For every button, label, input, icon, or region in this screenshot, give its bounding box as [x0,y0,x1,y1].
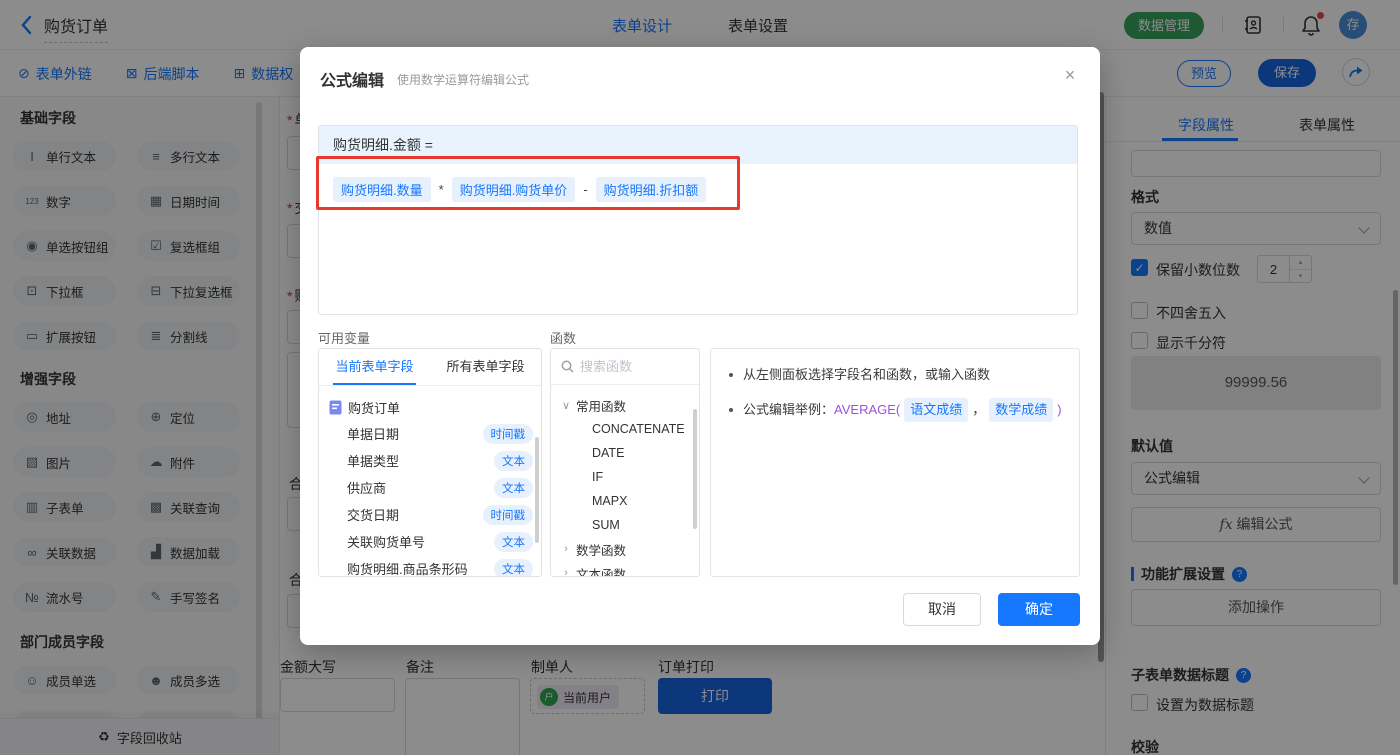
variable-root-label: 购货订单 [348,400,401,416]
function-name: 数学函数 [576,543,627,558]
variable-name: 单据类型 [347,454,400,469]
functions-label: 函数 [550,331,577,346]
function-name: 常用函数 [576,399,627,414]
annotation-highlight-box [316,156,740,210]
bullet [729,373,733,377]
search-icon [561,360,574,373]
variables-label: 可用变量 [318,331,371,346]
help-comma: ， [972,402,986,417]
function-tree-item[interactable]: CONCATENATE [561,417,699,441]
help-function-close: ) [1057,402,1062,417]
help-line-2-prefix: 公式编辑举例： [743,402,835,417]
close-icon[interactable]: × [1056,61,1084,89]
tree-arrow-icon: › [564,543,568,555]
function-tree-item[interactable]: › 文本函数 [561,561,699,577]
bullet [729,408,733,412]
function-name: CONCATENATE [592,422,685,436]
function-search[interactable] [551,349,699,385]
variable-item[interactable]: 单据类型 文本 [329,447,533,474]
modal-title: 公式编辑 [320,73,385,90]
function-tree-item[interactable]: SUM [561,513,699,537]
variable-type-badge: 时间戳 [482,504,533,525]
form-doc-icon [329,400,342,414]
modal-subtitle: 使用数学运算符编辑公式 [397,73,530,87]
variable-name: 供应商 [347,481,387,496]
function-name: MAPX [592,494,628,508]
function-name: SUM [592,518,620,532]
variable-name: 购货明细.商品条形码 [347,562,468,577]
variable-item[interactable]: 交货日期 时间戳 [329,501,533,528]
help-function-name: AVERAGE( [834,402,901,417]
variable-type-badge: 文本 [494,450,533,471]
function-search-input[interactable] [580,359,680,374]
tree-arrow-icon: › [564,567,568,577]
function-name: DATE [592,446,625,460]
function-name: 文本函数 [576,567,627,577]
variable-item[interactable]: 关联购货单号 文本 [329,528,533,555]
formula-help-panel: 从左侧面板选择字段名和函数，或输入函数 公式编辑举例： AVERAGE( 语文成… [710,348,1080,577]
variable-name: 交货日期 [347,508,400,523]
help-line-1: 从左侧面板选择字段名和函数，或输入函数 [743,367,991,382]
variable-name: 单据日期 [347,427,400,442]
functions-panel: ∨ 常用函数 CONCATENATE DATE IF [550,348,700,577]
formula-editor-modal: 公式编辑 使用数学运算符编辑公式 × 购货明细.金额 = 购货明细.数量 * 购… [300,47,1100,645]
variable-item[interactable]: 购货明细.商品条形码 文本 [329,555,533,577]
help-arg-chip: 数学成绩 [989,398,1054,422]
variable-item[interactable]: 供应商 文本 [329,474,533,501]
confirm-button[interactable]: 确定 [998,593,1080,626]
tree-arrow-icon: ∨ [561,399,571,412]
function-tree-item[interactable]: › 数学函数 [561,537,699,561]
variable-name: 关联购货单号 [347,535,426,550]
help-arg-chip: 语文成绩 [904,398,969,422]
variables-scrollbar[interactable] [535,437,539,543]
formula-editor-box: 购货明细.金额 = 购货明细.数量 * 购货明细.购货单价 - 购货明细.折扣额 [318,125,1078,315]
variable-type-badge: 文本 [494,477,533,498]
function-tree-item[interactable]: DATE [561,441,699,465]
variable-type-badge: 时间戳 [482,423,533,444]
functions-scrollbar[interactable] [693,409,697,529]
variables-panel: 当前表单字段 所有表单字段 购货订单 单据日期 时间戳 单据类型 文本 供应商 … [318,348,542,577]
cancel-button[interactable]: 取消 [903,593,981,626]
function-tree-item[interactable]: ∨ 常用函数 [561,393,699,417]
variable-item[interactable]: 单据日期 时间戳 [329,420,533,447]
variable-tree-root[interactable]: 购货订单 [329,394,533,420]
tab-all-form-fields[interactable]: 所有表单字段 [430,349,541,385]
variable-type-badge: 文本 [494,531,533,552]
function-tree-item[interactable]: IF [561,465,699,489]
function-name: IF [592,470,604,484]
variable-type-badge: 文本 [494,558,533,576]
function-tree-item[interactable]: MAPX [561,489,699,513]
tab-current-form-fields[interactable]: 当前表单字段 [319,349,430,385]
